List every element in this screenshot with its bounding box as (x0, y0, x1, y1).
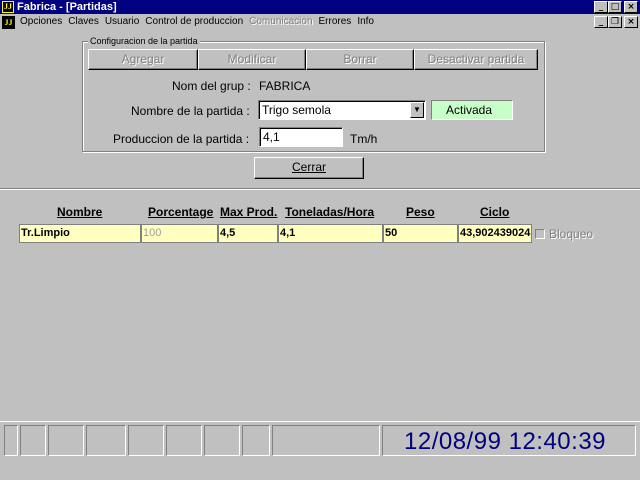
doc-minimize-icon[interactable]: _ (594, 16, 608, 28)
status-panel-8 (242, 425, 270, 456)
cell-porcentage[interactable]: 100 (141, 224, 218, 243)
nombre-partida-label: Nombre de la partida : (131, 104, 250, 118)
col-header-peso: Peso (406, 205, 435, 219)
cerrar-button[interactable]: Cerrar (254, 157, 364, 179)
produccion-unit: Tm/h (350, 132, 378, 146)
menu-opciones[interactable]: Opciones (20, 16, 62, 27)
separator (0, 188, 640, 190)
status-panel-6 (166, 425, 202, 456)
col-header-porcentage: Porcentage (148, 205, 214, 219)
status-panel-9 (272, 425, 380, 456)
produccion-label: Produccion de la partida : (113, 132, 250, 146)
datetime-display: 12/08/99 12:40:39 (404, 428, 607, 455)
minimize-icon[interactable]: _ (594, 1, 608, 13)
menu-errores[interactable]: Errores (319, 16, 352, 27)
modificar-button: Modificar (198, 49, 306, 70)
col-header-nombre: Nombre (57, 205, 103, 219)
nombre-partida-select[interactable]: Trigo semola ▼ (258, 100, 426, 120)
col-header-max-prod: Max Prod. (220, 205, 278, 219)
doc-close-icon[interactable]: × (624, 16, 638, 28)
menu-usuario[interactable]: Usuario (105, 16, 139, 27)
cell-max-prod[interactable]: 4,5 (218, 224, 278, 243)
bloqueo-label: Bloqueo (549, 227, 594, 241)
status-bar: 12/08/99 12:40:39 (0, 421, 640, 457)
menu-comunicacion: Comunicacion (249, 16, 313, 27)
status-panel-2 (20, 425, 46, 456)
maximize-icon[interactable]: □ (608, 1, 622, 13)
cell-nombre[interactable]: Tr.Limpio (19, 224, 141, 243)
groupbox-legend: Configuracion de la partida (88, 36, 200, 46)
desactivar-partida-button: Desactivar partida (414, 49, 538, 70)
status-panel-3 (48, 425, 84, 456)
nom-grup-label: Nom del grup : (172, 79, 251, 93)
cell-peso[interactable]: 50 (383, 224, 458, 243)
menu-info[interactable]: Info (357, 16, 374, 27)
menu-claves[interactable]: Claves (68, 16, 99, 27)
menu-control-produccion[interactable]: Control de produccion (145, 16, 243, 27)
agregar-button: Agregar (88, 49, 198, 70)
status-badge: Activada (431, 100, 513, 120)
borrar-button: Borrar (306, 49, 414, 70)
chevron-down-icon[interactable]: ▼ (410, 102, 424, 118)
cell-ciclo[interactable]: 43,902439024 (458, 224, 532, 243)
bloqueo-checkbox (535, 229, 545, 239)
produccion-input[interactable]: 4,1 (259, 127, 343, 147)
status-panel-1 (4, 425, 18, 456)
nom-grup-value: FABRICA (259, 79, 311, 93)
status-panel-7 (204, 425, 240, 456)
window-title: Fabrica - [Partidas] (17, 1, 117, 13)
col-header-toneladas-hora: Toneladas/Hora (285, 205, 375, 219)
doc-restore-icon[interactable]: ❐ (608, 16, 622, 28)
menu-bar: JJ Opciones Claves Usuario Control de pr… (0, 14, 640, 31)
nombre-partida-value: Trigo semola (262, 103, 331, 117)
document-icon[interactable]: JJ (2, 16, 15, 29)
status-panel-4 (86, 425, 126, 456)
col-header-ciclo: Ciclo (480, 205, 510, 219)
cerrar-label: Cerrar (291, 160, 326, 174)
title-bar: JJ Fabrica - [Partidas] _ □ × (0, 0, 640, 14)
app-icon: JJ (2, 1, 14, 13)
status-panel-5 (128, 425, 164, 456)
close-icon[interactable]: × (624, 1, 638, 13)
cell-toneladas-hora[interactable]: 4,1 (278, 224, 383, 243)
